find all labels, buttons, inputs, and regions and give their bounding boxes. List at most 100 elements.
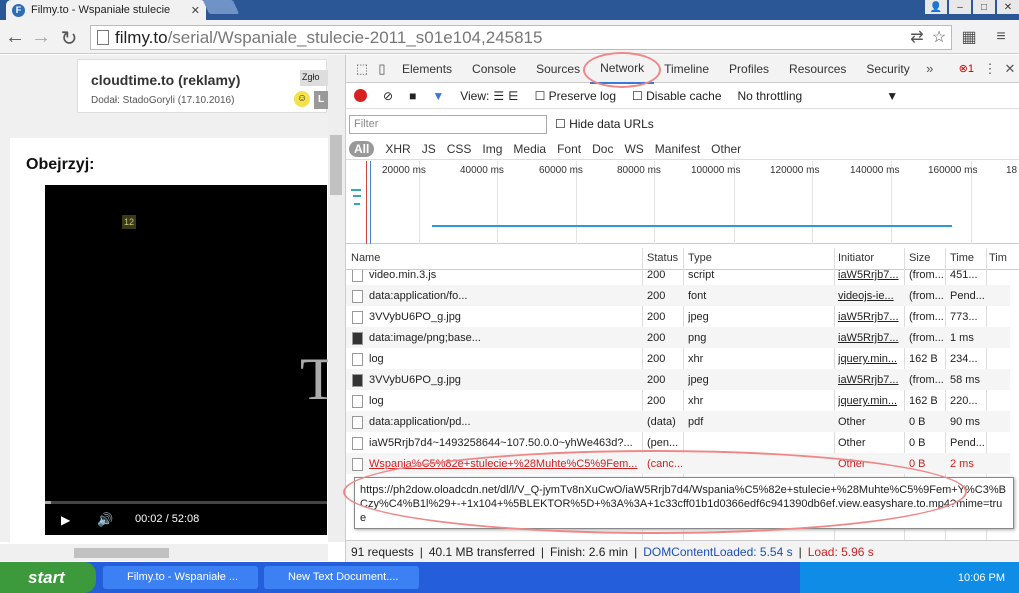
minimize-button[interactable]: –	[949, 0, 971, 14]
network-overview-timeline[interactable]: 20000 ms 40000 ms 60000 ms 80000 ms 1000…	[346, 161, 1019, 244]
file-icon	[352, 270, 363, 282]
volume-icon[interactable]: 🔊	[97, 512, 113, 528]
url-host: filmy.to	[115, 27, 168, 47]
taskbar-item-notepad[interactable]: New Text Document....	[264, 566, 419, 589]
user-icon[interactable]: 👤	[925, 0, 947, 14]
type-doc[interactable]: Doc	[592, 142, 613, 156]
file-icon	[352, 437, 363, 450]
more-tabs-icon[interactable]: »	[920, 61, 940, 76]
hide-data-urls-checkbox[interactable]: ☐ Hide data URLs	[555, 117, 654, 131]
chevron-down-icon[interactable]: ▼	[886, 89, 898, 103]
page-horizontal-scrollbar[interactable]	[0, 544, 328, 561]
cell-time: 773...	[950, 311, 978, 323]
error-count[interactable]: ⊗1	[959, 62, 980, 75]
record-icon[interactable]	[354, 89, 367, 102]
cell-status: 200	[647, 332, 666, 344]
col-initiator[interactable]: Initiator	[838, 252, 874, 264]
age-rating-badge: 12	[122, 215, 136, 229]
timeline-tick: 80000 ms	[617, 165, 661, 176]
reload-icon[interactable]: ↻	[58, 26, 80, 51]
file-icon	[352, 395, 363, 408]
type-ws[interactable]: WS	[624, 142, 643, 156]
address-bar[interactable]: filmy.to/serial/Wspaniale_stulecie-2011_…	[90, 25, 952, 50]
table-row[interactable]: data:image/png;base... 200 png iaW5Rrjb7...…	[346, 327, 1010, 348]
type-manifest[interactable]: Manifest	[655, 142, 700, 156]
type-all[interactable]: All	[349, 140, 375, 157]
col-size[interactable]: Size	[909, 252, 930, 264]
timeline-tick: 18	[1006, 165, 1018, 176]
col-status[interactable]: Status	[647, 252, 678, 264]
translate-icon[interactable]: ⇄	[908, 28, 926, 46]
comment-card: cloudtime.to (reklamy) Dodał: StadoGoryl…	[77, 59, 330, 113]
watch-heading: Obejrzyj:	[26, 156, 95, 173]
table-row[interactable]: video.min.3.js 200 script iaW5Rrjb7... (from…	[346, 270, 1010, 285]
col-time[interactable]: Time	[950, 252, 974, 264]
progress-bar[interactable]	[45, 501, 327, 504]
table-row[interactable]: log 200 xhr jquery.min... 162 B 220...	[346, 390, 1010, 411]
large-rows-icon[interactable]: ☰	[493, 89, 504, 103]
video-player[interactable]: 12 T ▶ 🔊 00:02 / 52:08	[45, 185, 337, 535]
report-button[interactable]: Zgło	[300, 70, 330, 86]
table-row[interactable]: 3VVybU6PO_g.jpg 200 jpeg iaW5Rrjb7... (from.…	[346, 369, 1010, 390]
system-tray: 10:06 PM	[800, 562, 1019, 593]
cell-time: 2 ms	[950, 458, 974, 470]
maximize-button[interactable]: □	[973, 0, 995, 14]
type-img[interactable]: Img	[482, 142, 502, 156]
cell-type: png	[688, 332, 707, 344]
type-js[interactable]: JS	[422, 142, 436, 156]
browser-tab[interactable]: F Filmy.to - Wspaniałe stulecie ✕	[6, 0, 206, 20]
tab-profiles[interactable]: Profiles	[719, 55, 779, 83]
smiley-icon[interactable]: ☺	[294, 91, 310, 107]
col-type[interactable]: Type	[688, 252, 712, 264]
back-arrow-icon[interactable]: ←	[4, 26, 26, 49]
start-button[interactable]: start	[0, 562, 96, 593]
overview-icon[interactable]: ⋿	[508, 89, 518, 103]
col-timeline[interactable]: Tim	[989, 252, 1007, 264]
filter-icon[interactable]: ▼	[432, 89, 444, 103]
cell-time: 1 ms	[950, 332, 974, 344]
cell-status: (data)	[647, 416, 676, 428]
windows-taskbar: start Filmy.to - Wspaniałe ... New Text …	[0, 562, 1019, 593]
table-row[interactable]: 3VVybU6PO_g.jpg 200 jpeg iaW5Rrjb7... (from.…	[346, 306, 1010, 327]
file-icon	[352, 416, 363, 429]
type-media[interactable]: Media	[513, 142, 546, 156]
device-mode-icon[interactable]: ▯	[372, 61, 392, 77]
table-row[interactable]: log 200 xhr jquery.min... 162 B 234...	[346, 348, 1010, 369]
close-window-button[interactable]: ✕	[997, 0, 1019, 14]
like-button[interactable]: L	[314, 91, 328, 109]
type-css[interactable]: CSS	[447, 142, 472, 156]
capture-screenshots-icon[interactable]: ■	[409, 89, 416, 103]
window-controls: 👤 – □ ✕	[925, 0, 1019, 14]
extension-icon[interactable]: ▦	[960, 28, 978, 46]
table-row[interactable]: data:application/fo... 200 font videojs-ie.…	[346, 285, 1010, 306]
tab-console[interactable]: Console	[462, 55, 526, 83]
tab-security[interactable]: Security	[856, 55, 919, 83]
type-xhr[interactable]: XHR	[385, 142, 410, 156]
type-other[interactable]: Other	[711, 142, 741, 156]
devtools-menu-icon[interactable]: ⋮	[980, 61, 1000, 77]
taskbar-item-browser[interactable]: Filmy.to - Wspaniałe ...	[103, 566, 258, 589]
play-icon[interactable]: ▶	[61, 513, 70, 527]
col-name[interactable]: Name	[351, 252, 380, 264]
table-row[interactable]: data:application/pd... (data) pdf Other 0 B 9…	[346, 411, 1010, 432]
new-tab-button[interactable]	[202, 0, 240, 14]
page-vertical-scrollbar[interactable]	[328, 55, 345, 542]
clear-icon[interactable]: ⊘	[383, 89, 393, 103]
filter-input[interactable]: Filter	[349, 114, 547, 134]
menu-icon[interactable]: ≡	[992, 28, 1010, 46]
tab-timeline[interactable]: Timeline	[654, 55, 719, 83]
forward-arrow-icon[interactable]: →	[30, 26, 52, 49]
preserve-log-checkbox[interactable]: ☐ Preserve log	[535, 89, 616, 103]
close-tab-icon[interactable]: ✕	[191, 4, 200, 17]
tab-sources[interactable]: Sources	[526, 55, 590, 83]
tab-resources[interactable]: Resources	[779, 55, 856, 83]
type-font[interactable]: Font	[557, 142, 581, 156]
close-devtools-icon[interactable]: ✕	[1000, 61, 1019, 77]
browser-toolbar: ← → ↻ filmy.to/serial/Wspaniale_stulecie…	[0, 20, 1019, 54]
cell-time: 451...	[950, 270, 978, 281]
bookmark-star-icon[interactable]: ☆	[930, 28, 948, 46]
disable-cache-checkbox[interactable]: ☐ Disable cache	[632, 89, 721, 103]
inspect-icon[interactable]: ⬚	[352, 61, 372, 77]
tab-elements[interactable]: Elements	[392, 55, 462, 83]
throttling-select[interactable]: No throttling	[738, 89, 803, 103]
